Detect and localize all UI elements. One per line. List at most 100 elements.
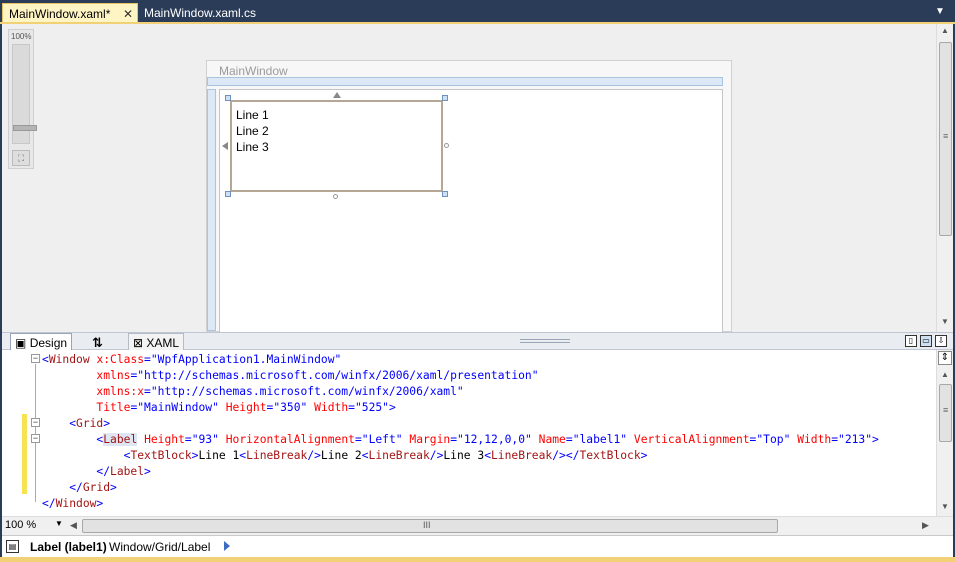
xaml-editor[interactable]: − − − <Window x:Class="WpfApplication1.M… bbox=[2, 350, 953, 516]
collapse-grid-icon[interactable]: − bbox=[31, 418, 40, 427]
resize-handle-bottom-left[interactable] bbox=[225, 191, 231, 197]
scroll-up-icon[interactable]: ▲ bbox=[941, 26, 949, 35]
scroll-up-icon[interactable]: ▲ bbox=[941, 370, 949, 379]
code-line[interactable]: <Label Height="93" HorizontalAlignment="… bbox=[42, 432, 879, 448]
grip-icon: ≡ bbox=[943, 405, 949, 415]
code-token: VerticalAlignment bbox=[633, 433, 750, 446]
chevron-down-icon[interactable]: ▼ bbox=[55, 519, 63, 528]
tab-list-dropdown-icon[interactable]: ▼ bbox=[934, 6, 946, 18]
horizontal-split-icon[interactable]: ▭ bbox=[920, 335, 932, 347]
code-token: /> bbox=[429, 449, 444, 462]
label-line-3: Line 3 bbox=[236, 140, 269, 154]
tab-design[interactable]: ▣ Design bbox=[10, 333, 73, 350]
selected-label-control[interactable]: Line 1 Line 2 Line 3 bbox=[230, 100, 443, 192]
resize-handle-bottom-right[interactable] bbox=[442, 191, 448, 197]
selection-status-bar: ▤ Label (label1) Window/Grid/Label bbox=[2, 535, 953, 557]
document-outline-icon[interactable]: ▤ bbox=[6, 540, 19, 553]
code-token: Title bbox=[96, 401, 131, 414]
code-token: </ bbox=[42, 497, 56, 510]
breadcrumb-expand-icon[interactable] bbox=[224, 541, 230, 551]
code-line[interactable]: </Window> bbox=[42, 496, 879, 512]
code-token: "350" bbox=[273, 401, 308, 414]
code-token: Window bbox=[55, 497, 97, 510]
tab-xaml[interactable]: ⊠ XAML bbox=[128, 333, 185, 350]
code-token: Line 1 bbox=[198, 449, 240, 462]
code-line[interactable]: xmlns="http://schemas.microsoft.com/winf… bbox=[42, 368, 879, 384]
code-token: TextBlock bbox=[579, 449, 641, 462]
design-surface[interactable]: 100% ⛶ MainWindow Line 1 Line 2 Line 3 ▲… bbox=[2, 24, 953, 332]
code-token: "213" bbox=[838, 433, 873, 446]
scroll-down-icon[interactable]: ▼ bbox=[941, 502, 949, 511]
code-token: = bbox=[354, 433, 362, 446]
zoom-slider-thumb[interactable] bbox=[13, 125, 37, 131]
designer-vertical-scrollbar[interactable]: ▲ ≡ ▼ bbox=[936, 24, 953, 332]
zoom-to-fit-icon[interactable]: ⛶ bbox=[12, 150, 30, 166]
scroll-thumb[interactable]: III bbox=[82, 519, 778, 533]
collapse-pane-icon[interactable]: ⇩ bbox=[935, 335, 947, 347]
collapse-window-icon[interactable]: − bbox=[31, 354, 40, 363]
grid-row-adorner[interactable] bbox=[207, 89, 216, 331]
code-token: xmlns bbox=[96, 369, 131, 382]
collapse-label-icon[interactable]: − bbox=[31, 434, 40, 443]
tab-mainwindow-xaml-cs[interactable]: MainWindow.xaml.cs bbox=[138, 3, 258, 23]
margin-right-anchor-icon[interactable] bbox=[444, 143, 449, 148]
code-line[interactable]: xmlns:x="http://schemas.microsoft.com/wi… bbox=[42, 384, 879, 400]
design-xaml-splitter[interactable]: ▣ Design ⇅ ⊠ XAML ▯ ▭ ⇩ bbox=[2, 332, 953, 350]
resize-handle-top-left[interactable] bbox=[225, 95, 231, 101]
margin-top-arrow-icon bbox=[333, 92, 341, 98]
code-line[interactable]: <Grid> bbox=[42, 416, 879, 432]
scroll-down-icon[interactable]: ▼ bbox=[941, 317, 949, 326]
scroll-thumb[interactable]: ≡ bbox=[939, 384, 952, 442]
change-tracking-bar bbox=[22, 414, 27, 494]
code-line[interactable]: <Window x:Class="WpfApplication1.MainWin… bbox=[42, 352, 879, 368]
code-token: = bbox=[348, 401, 355, 414]
code-token: = bbox=[184, 433, 192, 446]
code-token: "12,12,0,0" bbox=[457, 433, 532, 446]
vertical-split-icon[interactable]: ▯ bbox=[905, 335, 917, 347]
code-token: > bbox=[96, 497, 104, 510]
code-token: = bbox=[450, 433, 458, 446]
code-token: </ bbox=[96, 465, 111, 478]
grid-column-adorner[interactable] bbox=[207, 77, 723, 86]
zoom-slider-track[interactable] bbox=[12, 44, 37, 144]
selected-element[interactable]: Label (label1) bbox=[30, 540, 107, 554]
design-view-icon: ▣ bbox=[15, 336, 27, 350]
code-token: x:Class bbox=[96, 353, 145, 366]
close-icon[interactable]: ✕ bbox=[123, 7, 133, 21]
label-line-2: Line 2 bbox=[236, 124, 269, 138]
splitter-grip[interactable] bbox=[520, 339, 570, 343]
code-line[interactable]: </Grid> bbox=[42, 480, 879, 496]
tab-xaml-label: XAML bbox=[146, 336, 180, 350]
scroll-left-icon[interactable]: ◀ bbox=[70, 520, 77, 531]
code-token: < bbox=[42, 353, 49, 366]
code-token: > bbox=[872, 433, 879, 446]
code-token: LineBreak bbox=[246, 449, 308, 462]
margin-bottom-anchor-icon[interactable] bbox=[333, 194, 338, 199]
editor-vertical-scrollbar[interactable]: ⇕ ▲ ≡ ▼ bbox=[936, 350, 953, 516]
code-token: Label bbox=[110, 465, 145, 478]
code-token: > bbox=[144, 465, 151, 478]
code-token: Window bbox=[48, 353, 90, 366]
code-line[interactable]: <TextBlock>Line 1<LineBreak/>Line 2<Line… bbox=[42, 448, 879, 464]
code-token: TextBlock bbox=[130, 449, 192, 462]
label-line-1: Line 1 bbox=[236, 108, 269, 122]
tab-mainwindow-xaml[interactable]: MainWindow.xaml* ✕ bbox=[2, 3, 138, 23]
code-token: "WpfApplication1.MainWindow" bbox=[150, 353, 342, 366]
editor-horizontal-scrollbar[interactable]: 100 % ▼ ◀ III ▶ bbox=[2, 516, 953, 535]
xaml-code[interactable]: <Window x:Class="WpfApplication1.MainWin… bbox=[42, 352, 879, 512]
editor-zoom-combo[interactable]: 100 % ▼ bbox=[5, 519, 65, 534]
split-editor-icon[interactable]: ⇕ bbox=[938, 351, 952, 365]
code-line[interactable]: Title="MainWindow" Height="350" Width="5… bbox=[42, 400, 879, 416]
code-token: > bbox=[103, 417, 111, 430]
element-breadcrumb[interactable]: Window/Grid/Label bbox=[109, 540, 210, 554]
resize-handle-top-right[interactable] bbox=[442, 95, 448, 101]
code-token: "93" bbox=[191, 433, 219, 446]
scroll-thumb[interactable]: ≡ bbox=[939, 42, 952, 236]
code-line[interactable]: </Label> bbox=[42, 464, 879, 480]
swap-panes-icon[interactable]: ⇅ bbox=[88, 333, 107, 350]
scroll-right-icon[interactable]: ▶ bbox=[922, 520, 929, 531]
